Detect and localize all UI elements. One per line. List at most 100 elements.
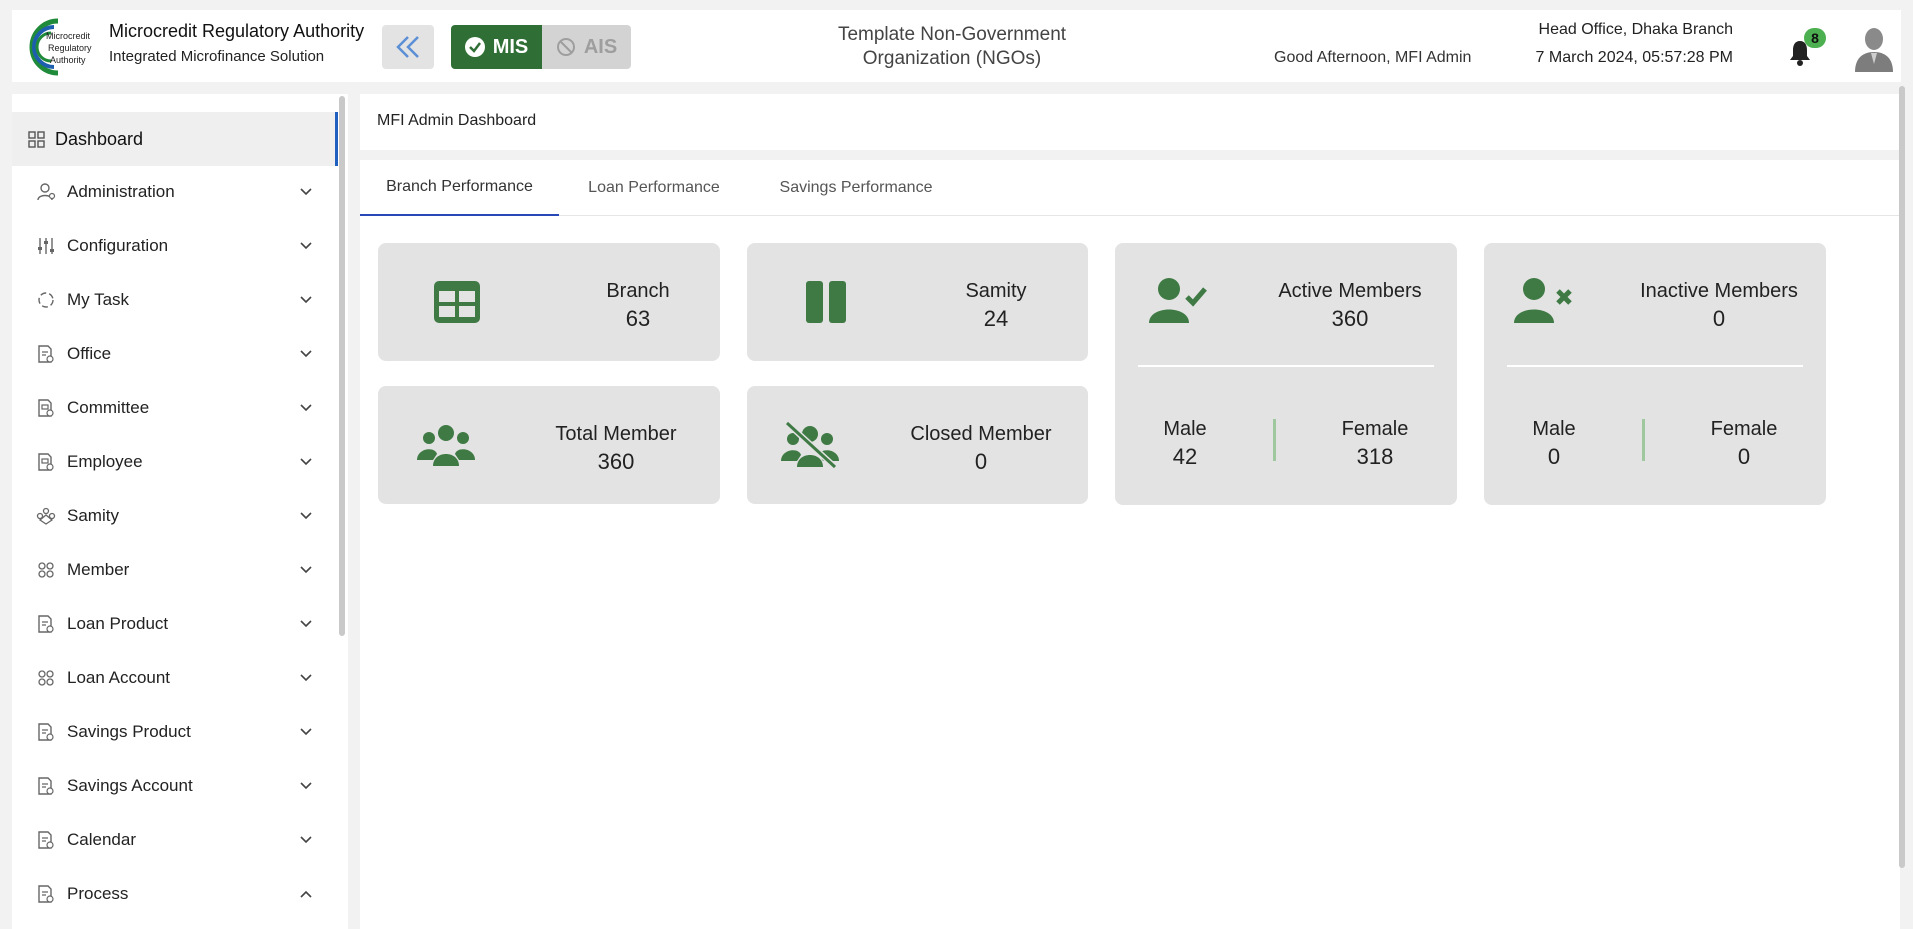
sidebar-item-employee[interactable]: Employee — [12, 442, 338, 482]
notifications-button[interactable]: 8 — [1788, 28, 1826, 68]
card-title: Closed Member — [910, 423, 1052, 445]
male-label: Male — [1532, 418, 1576, 440]
sidebar-item-configuration[interactable]: Configuration — [12, 226, 338, 266]
logo-text-line-1: Microcredit — [46, 31, 91, 41]
sidebar-item-administration[interactable]: Administration — [12, 172, 338, 212]
org-name: Microcredit Regulatory Authority — [109, 21, 365, 41]
chevron-down-icon — [298, 670, 314, 686]
admin-user-icon — [36, 182, 56, 202]
page-title: MFI Admin Dashboard — [377, 112, 537, 129]
sidebar-item-savings-account[interactable]: Savings Account — [12, 766, 338, 806]
sidebar-item-label: Savings Product — [67, 722, 191, 741]
branch-card: Branch 63 — [378, 243, 720, 361]
collapse-sidebar-button[interactable] — [382, 25, 434, 69]
sliders-icon — [36, 236, 56, 256]
main-scrollbar[interactable] — [1899, 86, 1905, 868]
card-value: 360 — [1331, 306, 1369, 331]
tab-bar: Branch Performance Loan Performance Savi… — [360, 160, 1900, 216]
chevron-down-icon — [298, 778, 314, 794]
sidebar-item-label: Savings Account — [67, 776, 193, 795]
breadcrumb: MFI Admin Dashboard — [360, 94, 1900, 150]
male-value: 42 — [1172, 444, 1198, 469]
sidebar-item-label: My Task — [67, 290, 130, 309]
org-subtitle: Integrated Microfinance Solution — [109, 48, 325, 65]
user-avatar-icon — [1855, 28, 1893, 72]
sidebar-item-office[interactable]: Office — [12, 334, 338, 374]
users-slash-icon — [781, 421, 839, 469]
chevron-down-icon — [298, 400, 314, 416]
sidebar-item-dashboard[interactable]: Dashboard — [12, 112, 338, 166]
sidebar-item-savings-product[interactable]: Savings Product — [12, 712, 338, 752]
chevron-down-icon — [298, 508, 314, 524]
document-icon — [36, 830, 56, 850]
current-datetime: 7 March 2024, 05:57:28 PM — [1535, 49, 1733, 66]
user-x-icon — [1514, 277, 1574, 325]
tab-savings-performance[interactable]: Savings Performance — [756, 160, 956, 216]
card-value: 63 — [625, 306, 651, 331]
card-value: 24 — [983, 306, 1009, 331]
chevron-down-icon — [298, 346, 314, 362]
organization-title: Template Non-Government Organization (NG… — [837, 24, 1067, 69]
ban-icon — [556, 38, 575, 56]
logo-text-line-3: Authority — [50, 55, 86, 65]
total-member-card: Total Member 360 — [378, 386, 720, 504]
chevron-down-icon — [298, 724, 314, 740]
mra-logo: Microcredit Regulatory Authority — [18, 15, 100, 77]
document-icon — [36, 722, 56, 742]
chevron-down-icon — [298, 292, 314, 308]
mis-label: MIS — [492, 35, 529, 58]
sidebar-item-label: Office — [67, 344, 112, 363]
sidebar-item-process[interactable]: Process — [12, 874, 338, 914]
sidebar-item-label: Dashboard — [55, 128, 144, 149]
sidebar-item-my-task[interactable]: My Task — [12, 280, 338, 320]
sidebar-scrollbar[interactable] — [339, 96, 345, 636]
sidebar-item-label: Calendar — [67, 830, 136, 849]
logo-text-line-2: Regulatory — [48, 43, 92, 53]
card-title: Total Member — [555, 423, 677, 445]
grid-icon — [28, 130, 45, 148]
sidebar-item-label: Employee — [67, 452, 143, 471]
document-icon — [36, 344, 56, 364]
female-label: Female — [1710, 418, 1778, 440]
active-members-card: Active Members 360 Male 42 Female 318 — [1115, 243, 1457, 505]
notification-count-badge: 8 — [1804, 28, 1826, 48]
task-cycle-icon — [36, 290, 56, 310]
chevron-down-icon — [298, 184, 314, 200]
chevron-down-icon — [298, 832, 314, 848]
double-chevron-left-icon — [396, 36, 419, 58]
sidebar-item-calendar[interactable]: Calendar — [12, 820, 338, 860]
branch-name: Head Office, Dhaka Branch — [1538, 21, 1733, 38]
gender-divider — [1273, 419, 1276, 461]
card-divider — [1507, 365, 1803, 367]
members-icon — [36, 560, 56, 580]
male-label: Male — [1163, 418, 1207, 440]
tab-branch-performance[interactable]: Branch Performance — [360, 160, 559, 216]
chevron-down-icon — [298, 454, 314, 470]
mis-mode-button[interactable]: MIS — [451, 25, 542, 69]
card-value: 360 — [597, 449, 635, 474]
top-header: Microcredit Regulatory Authority Microcr… — [12, 10, 1901, 82]
ais-mode-button[interactable]: AIS — [542, 25, 631, 69]
sidebar-item-committee[interactable]: Committee — [12, 388, 338, 428]
card-divider — [1138, 365, 1434, 367]
card-title: Active Members — [1278, 280, 1422, 302]
greeting-text: Good Afternoon, MFI Admin — [1274, 49, 1472, 66]
sidebar-item-label: Loan Account — [67, 668, 171, 687]
sidebar-item-label: Administration — [67, 182, 175, 201]
chevron-down-icon — [298, 616, 314, 632]
table-grid-icon — [434, 281, 480, 323]
user-avatar[interactable] — [1851, 24, 1897, 72]
female-value: 318 — [1356, 444, 1394, 469]
committee-icon — [36, 398, 56, 418]
tab-loan-performance[interactable]: Loan Performance — [564, 160, 744, 216]
samity-icon — [36, 506, 56, 526]
document-icon — [36, 614, 56, 634]
sidebar-item-member[interactable]: Member — [12, 550, 338, 590]
system-mode-switch: MIS AIS — [451, 25, 631, 69]
check-circle-icon — [464, 37, 485, 57]
sidebar-item-samity[interactable]: Samity — [12, 496, 338, 536]
female-value: 0 — [1737, 444, 1751, 469]
sidebar-item-loan-product[interactable]: Loan Product — [12, 604, 338, 644]
document-icon — [36, 776, 56, 796]
sidebar-item-loan-account[interactable]: Loan Account — [12, 658, 338, 698]
